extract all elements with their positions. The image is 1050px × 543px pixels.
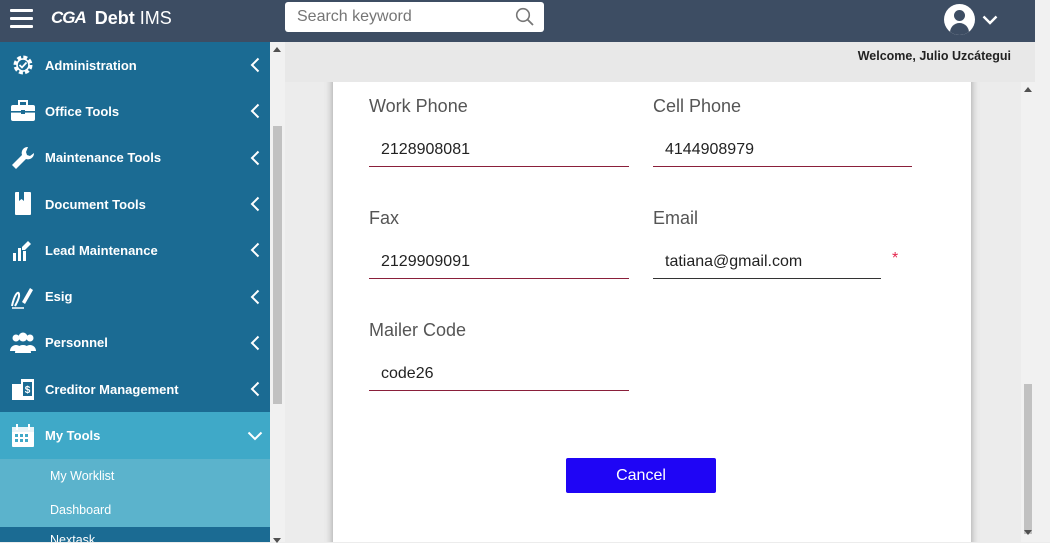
app-logo[interactable]: CGA Debt IMS — [51, 7, 172, 29]
signature-icon — [0, 284, 45, 310]
sidebar-item-maintenance-tools[interactable]: Maintenance Tools — [0, 135, 270, 181]
main-content: Work Phone Cell Phone Fax Email * Mail — [285, 82, 1021, 542]
hamburger-menu-icon[interactable] — [10, 9, 33, 29]
book-icon — [0, 191, 45, 217]
sidebar-item-label: Administration — [45, 57, 137, 73]
search-icon[interactable] — [515, 7, 535, 27]
sidebar-scrollbar[interactable] — [270, 42, 285, 543]
scroll-up-arrow-icon[interactable] — [1024, 87, 1032, 92]
chevron-left-icon — [240, 103, 270, 119]
page-scrollbar[interactable] — [1035, 0, 1050, 542]
email-input[interactable] — [653, 247, 881, 277]
chart-edit-icon — [0, 237, 45, 263]
sidebar-item-administration[interactable]: Administration — [0, 42, 270, 88]
main-scrollbar-thumb[interactable] — [1024, 384, 1032, 534]
money-building-icon: $ — [0, 376, 45, 402]
logo-name: Debt — [94, 7, 135, 28]
submenu-item-my-worklist[interactable]: My Worklist — [0, 459, 270, 493]
briefcase-icon — [0, 99, 45, 123]
fax-label: Fax — [369, 208, 400, 228]
chevron-left-icon — [240, 242, 270, 258]
sidebar-item-personnel[interactable]: Personnel — [0, 320, 270, 366]
work-phone-input-wrap — [369, 135, 629, 167]
calendar-icon — [0, 423, 45, 449]
chevron-left-icon — [240, 289, 270, 305]
submenu-item-dashboard[interactable]: Dashboard — [0, 493, 270, 527]
chevron-left-icon — [240, 57, 270, 73]
sidebar-item-label: Maintenance Tools — [45, 150, 162, 166]
sidebar-item-label: Esig — [45, 289, 73, 305]
chevron-left-icon — [240, 150, 270, 166]
chevron-left-icon — [240, 196, 270, 212]
sidebar-item-label: Personnel — [45, 335, 108, 351]
cell-phone-label: Cell Phone — [653, 96, 742, 116]
search-box — [285, 2, 544, 32]
submenu-item-nextask[interactable]: Nextask — [0, 526, 270, 542]
sidebar-item-lead-maintenance[interactable]: Lead Maintenance — [0, 227, 270, 273]
mailer-code-input-wrap — [369, 359, 629, 391]
sidebar-item-esig[interactable]: Esig — [0, 273, 270, 319]
welcome-bar: Welcome, Julio Uzcátegui — [285, 42, 1035, 82]
logo-mark: CGA — [51, 8, 87, 27]
scroll-down-arrow-icon[interactable] — [1024, 530, 1032, 535]
cell-phone-input[interactable] — [653, 135, 912, 165]
chevron-left-icon — [240, 381, 270, 397]
main-scrollbar[interactable] — [1021, 82, 1035, 542]
my-tools-submenu: My Worklist Dashboard — [0, 458, 270, 527]
users-icon — [0, 331, 45, 355]
sidebar: Administration Office Tools Maintenance … — [0, 42, 270, 542]
fax-input[interactable] — [369, 247, 629, 277]
scroll-up-arrow-icon[interactable] — [273, 47, 281, 52]
sidebar-scrollbar-thumb[interactable] — [273, 126, 282, 404]
welcome-text: Welcome, Julio Uzcátegui — [857, 49, 1011, 63]
email-label: Email — [653, 208, 699, 228]
email-input-wrap — [653, 247, 881, 279]
sidebar-item-label: Lead Maintenance — [45, 242, 158, 258]
mailer-code-label: Mailer Code — [369, 320, 467, 340]
sidebar-item-document-tools[interactable]: Document Tools — [0, 181, 270, 227]
sidebar-item-creditor-management[interactable]: $ Creditor Management — [0, 366, 270, 412]
top-bar: CGA Debt IMS — [0, 0, 1035, 42]
mailer-code-input[interactable] — [369, 359, 629, 389]
avatar-icon[interactable] — [944, 4, 975, 35]
cancel-button[interactable]: Cancel — [566, 458, 716, 493]
work-phone-label: Work Phone — [369, 96, 468, 116]
svg-text:$: $ — [24, 385, 30, 396]
logo-name-suffix: IMS — [139, 7, 172, 28]
gear-check-icon — [0, 52, 45, 78]
scroll-down-arrow-icon[interactable] — [273, 538, 281, 543]
user-menu[interactable] — [944, 4, 998, 35]
sidebar-item-label: Office Tools — [45, 103, 120, 119]
chevron-left-icon — [240, 335, 270, 351]
work-phone-input[interactable] — [369, 135, 629, 165]
sidebar-item-office-tools[interactable]: Office Tools — [0, 88, 270, 134]
required-asterisk: * — [892, 250, 899, 267]
chevron-down-icon — [240, 431, 270, 441]
wrench-icon — [0, 145, 45, 171]
sidebar-item-label: Document Tools — [45, 196, 146, 212]
fax-input-wrap — [369, 247, 629, 279]
sidebar-item-label: My Tools — [45, 428, 101, 444]
search-input[interactable] — [285, 2, 500, 32]
contact-form-card: Work Phone Cell Phone Fax Email * Mail — [333, 82, 971, 542]
sidebar-item-my-tools[interactable]: My Tools — [0, 412, 270, 459]
sidebar-item-label: Creditor Management — [45, 381, 179, 397]
chevron-down-icon[interactable] — [982, 15, 998, 25]
cell-phone-input-wrap — [653, 135, 912, 167]
